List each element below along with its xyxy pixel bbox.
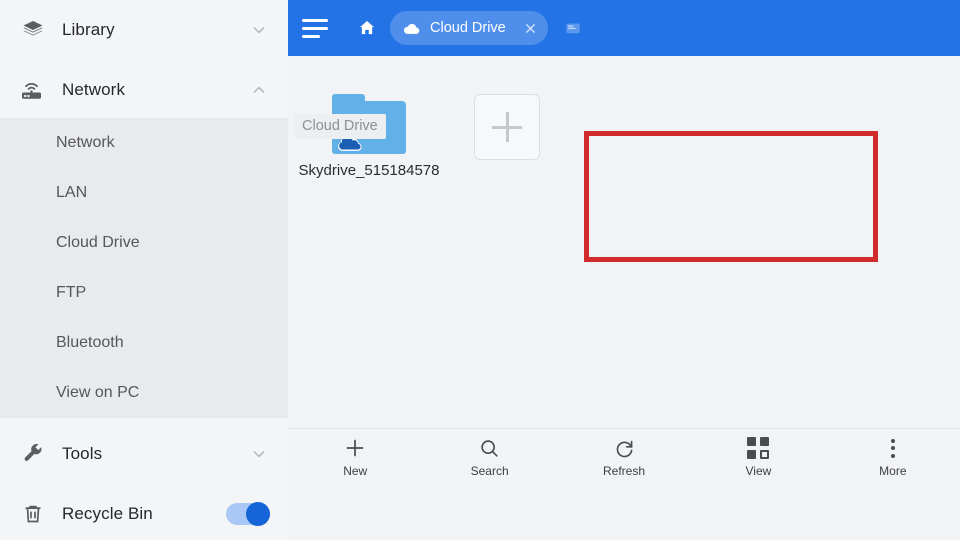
tab-label: Cloud Drive <box>430 20 506 36</box>
toolbar-button-more[interactable]: More <box>826 429 960 485</box>
chevron-down-icon[interactable] <box>248 443 270 465</box>
layers-stack-icon <box>16 13 50 47</box>
sidebar-item-label: View on PC <box>56 384 140 401</box>
sidebar-item-cloud-drive[interactable]: Cloud Drive <box>0 218 288 268</box>
sidebar-item-view-on-pc[interactable]: View on PC <box>0 368 288 418</box>
toolbar-button-label: Search <box>470 464 509 478</box>
sidebar-group-tools[interactable]: Tools <box>0 424 288 484</box>
plus-icon <box>343 435 367 461</box>
grid-item-add[interactable] <box>438 84 576 160</box>
sidebar-item-label: Network <box>56 134 115 151</box>
search-icon <box>478 435 501 461</box>
toolbar-button-search[interactable]: Search <box>422 429 556 485</box>
sidebar-item-label: FTP <box>56 284 87 301</box>
toolbar-button-refresh[interactable]: Refresh <box>557 429 691 485</box>
sidebar-item-recycle-bin[interactable]: Recycle Bin <box>0 484 288 540</box>
file-name-label: Skydrive_515184578 <box>298 162 440 179</box>
sidebar-item-label: Bluetooth <box>56 334 124 351</box>
highlight-annotation-box <box>584 131 878 262</box>
sidebar-group-library[interactable]: Library <box>0 0 288 60</box>
breadcrumb[interactable]: Cloud Drive <box>294 114 386 139</box>
main-pane: Cloud Drive Cloud Drive Skydrive_5151845… <box>288 0 960 540</box>
sidebar-group-label: Network <box>62 80 126 99</box>
sidebar-item-lan[interactable]: LAN <box>0 168 288 218</box>
chevron-down-icon[interactable] <box>248 19 270 41</box>
sidebar-group-network[interactable]: Network <box>0 60 288 120</box>
close-x-icon[interactable] <box>520 17 542 39</box>
toolbar-button-new[interactable]: New <box>288 429 422 485</box>
toolbar-button-view[interactable]: View <box>691 429 825 485</box>
plus-icon <box>492 112 522 142</box>
sidebar: Library Network Network LAN Cloud Drive … <box>0 0 288 540</box>
recycle-bin-toggle[interactable] <box>226 502 270 526</box>
sidebar-item-bluetooth[interactable]: Bluetooth <box>0 318 288 368</box>
trash-icon <box>16 497 50 531</box>
router-wifi-icon <box>16 73 50 107</box>
home-icon[interactable] <box>354 15 380 41</box>
hamburger-menu-icon[interactable] <box>302 13 332 43</box>
cloud-icon <box>400 17 422 39</box>
new-tab-icon[interactable] <box>562 17 584 39</box>
more-vertical-icon <box>890 435 895 461</box>
sidebar-item-label: LAN <box>56 184 88 201</box>
app-header: Cloud Drive <box>288 0 960 56</box>
bottom-toolbar: New Search Refresh View More <box>288 428 960 484</box>
toolbar-button-label: More <box>879 464 907 478</box>
content-area: Cloud Drive Skydrive_515184578 New Searc… <box>288 56 960 484</box>
sidebar-submenu-network: Network LAN Cloud Drive FTP Bluetooth Vi… <box>0 118 288 418</box>
wrench-icon <box>16 437 50 471</box>
sidebar-item-label: Cloud Drive <box>56 234 140 251</box>
refresh-icon <box>613 435 636 461</box>
sidebar-group-label: Library <box>62 20 115 39</box>
sidebar-group-label: Tools <box>62 444 103 463</box>
grid-view-icon <box>747 435 770 461</box>
file-manager-window: Library Network Network LAN Cloud Drive … <box>0 0 960 540</box>
toolbar-button-label: View <box>745 464 772 478</box>
chevron-up-icon[interactable] <box>248 79 270 101</box>
add-cloud-drive-button[interactable] <box>474 94 540 160</box>
sidebar-item-network[interactable]: Network <box>0 118 288 168</box>
tab-cloud-drive[interactable]: Cloud Drive <box>390 11 548 45</box>
sidebar-item-label: Recycle Bin <box>62 504 153 523</box>
toolbar-button-label: Refresh <box>603 464 646 478</box>
toolbar-button-label: New <box>343 464 368 478</box>
sidebar-item-ftp[interactable]: FTP <box>0 268 288 318</box>
